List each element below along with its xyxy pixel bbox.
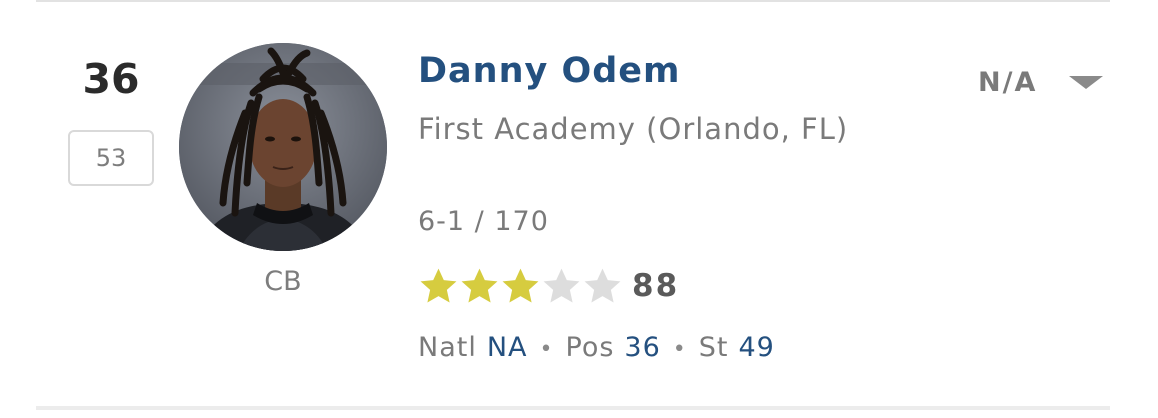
star-icon bbox=[543, 268, 580, 303]
player-rank: 36 bbox=[82, 55, 140, 103]
top-divider bbox=[36, 0, 1110, 2]
star-icon bbox=[502, 268, 539, 303]
star-icon bbox=[584, 268, 621, 303]
pos-rank-label: Pos bbox=[565, 332, 615, 363]
natl-rank-label: Natl bbox=[418, 332, 477, 363]
player-measurables: 6-1 / 170 bbox=[418, 206, 549, 237]
previous-rank-badge: 53 bbox=[68, 130, 154, 186]
pos-rank-value[interactable]: 36 bbox=[624, 332, 660, 363]
player-rankings: Natl NA • Pos 36 • St 49 bbox=[418, 326, 775, 372]
state-rank-value[interactable]: 49 bbox=[738, 332, 774, 363]
natl-rank-value[interactable]: NA bbox=[487, 332, 528, 363]
star-rating: 88 bbox=[418, 264, 679, 308]
player-photo bbox=[179, 43, 387, 251]
player-position: CB bbox=[264, 266, 302, 297]
player-school: First Academy (Orlando, FL) bbox=[418, 112, 849, 146]
commit-status-label: N/A bbox=[978, 66, 1038, 98]
bottom-divider bbox=[36, 406, 1110, 410]
player-name-link[interactable]: Danny Odem bbox=[418, 48, 681, 94]
star-icon bbox=[420, 268, 457, 303]
chevron-down-icon[interactable] bbox=[1069, 75, 1104, 89]
player-rating: 88 bbox=[632, 268, 680, 304]
separator-dot: • bbox=[672, 337, 687, 362]
separator-dot: • bbox=[539, 337, 554, 362]
commit-status-dropdown[interactable]: N/A bbox=[978, 60, 1104, 104]
player-card: 36 53 CB Danny Odem First Academy (Orlan… bbox=[0, 0, 1158, 418]
state-rank-label: St bbox=[698, 332, 729, 363]
player-avatar[interactable] bbox=[179, 43, 387, 251]
star-icon bbox=[461, 268, 498, 303]
